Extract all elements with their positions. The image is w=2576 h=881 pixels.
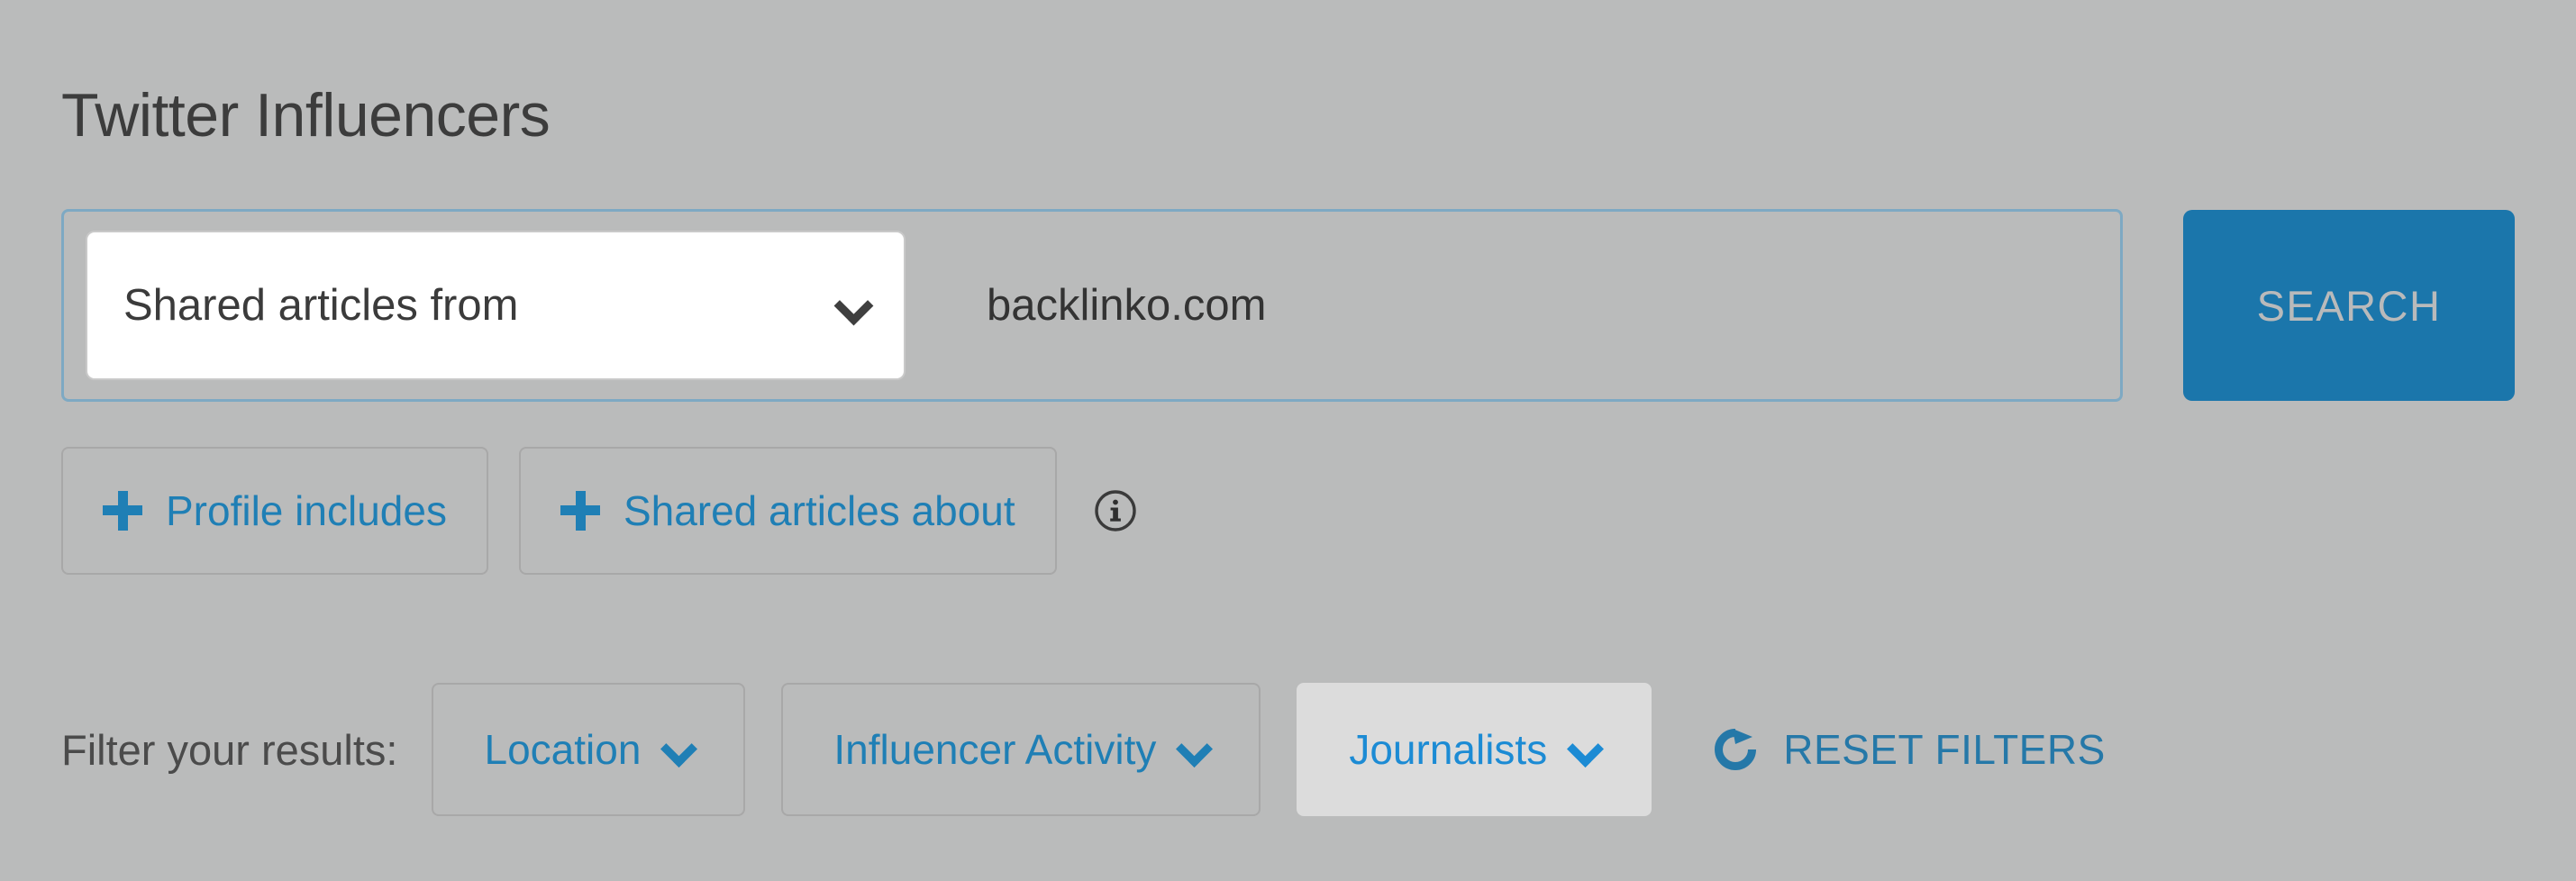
- plus-icon: [560, 491, 600, 531]
- plus-icon: [103, 491, 142, 531]
- shared-articles-about-label: Shared articles about: [623, 487, 1015, 534]
- search-type-dropdown-label: Shared articles from: [123, 281, 519, 330]
- filter-button-influencer-activity-label: Influencer Activity: [833, 726, 1157, 773]
- add-filter-chips-row: Profile includes Shared articles about: [61, 447, 1138, 575]
- profile-includes-label: Profile includes: [166, 487, 447, 534]
- chevron-down-icon: [664, 736, 693, 763]
- search-button[interactable]: SEARCH: [2183, 210, 2515, 401]
- reset-filters-label: RESET FILTERS: [1783, 726, 2106, 773]
- result-filters-row: Filter your results: Location Influencer…: [61, 683, 2106, 816]
- filter-button-location[interactable]: Location: [432, 683, 746, 816]
- chevron-down-icon: [837, 290, 868, 321]
- chevron-down-icon: [1179, 736, 1208, 763]
- info-circle-icon[interactable]: [1093, 488, 1138, 533]
- profile-includes-button[interactable]: Profile includes: [61, 447, 488, 575]
- search-type-dropdown[interactable]: Shared articles from: [86, 231, 906, 380]
- filter-button-journalists[interactable]: Journalists: [1297, 683, 1652, 816]
- page-title: Twitter Influencers: [61, 80, 551, 150]
- search-container: Shared articles from: [61, 209, 2123, 402]
- filter-button-location-label: Location: [484, 726, 642, 773]
- filter-button-journalists-label: Journalists: [1349, 726, 1548, 773]
- filter-your-results-label: Filter your results:: [61, 725, 398, 774]
- search-row: Shared articles from SEARCH: [61, 209, 2515, 404]
- shared-articles-about-button[interactable]: Shared articles about: [518, 447, 1057, 575]
- filter-button-influencer-activity[interactable]: Influencer Activity: [781, 683, 1261, 816]
- chevron-down-icon: [1570, 736, 1599, 763]
- search-input[interactable]: [987, 238, 2098, 373]
- refresh-icon: [1711, 725, 1760, 774]
- twitter-influencers-search-panel: Twitter Influencers Shared articles from…: [0, 0, 2576, 881]
- reset-filters-button[interactable]: RESET FILTERS: [1711, 725, 2106, 774]
